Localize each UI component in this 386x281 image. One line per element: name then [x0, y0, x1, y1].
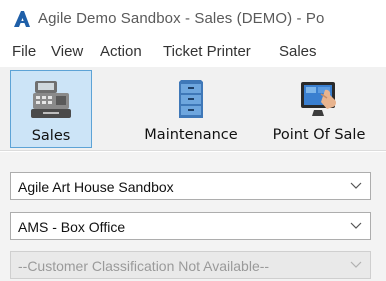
- maintenance-module-label: Maintenance: [144, 127, 238, 143]
- window-title: Agile Demo Sandbox - Sales (DEMO) - Po: [38, 10, 325, 27]
- agile-logo-icon: [14, 11, 30, 27]
- context-selector-panel: Agile Art House Sandbox AMS - Box Office…: [0, 152, 386, 281]
- sales-module-button[interactable]: Sales: [10, 70, 92, 148]
- organization-value: Agile Art House Sandbox: [18, 179, 174, 195]
- organization-dropdown[interactable]: Agile Art House Sandbox: [10, 172, 371, 200]
- point-of-sale-module-label: Point Of Sale: [272, 127, 366, 143]
- point-of-sale-module-button[interactable]: Point Of Sale: [262, 70, 376, 148]
- menu-view[interactable]: View: [51, 43, 83, 60]
- menu-sales[interactable]: Sales: [279, 43, 317, 60]
- chevron-down-icon: [350, 182, 362, 189]
- menu-bar: File View Action Ticket Printer Sales: [0, 37, 386, 67]
- maintenance-module-button[interactable]: Maintenance: [135, 70, 247, 148]
- menu-file[interactable]: File: [12, 43, 36, 60]
- menu-ticket-printer[interactable]: Ticket Printer: [163, 43, 251, 60]
- cash-register-icon: [31, 81, 71, 118]
- box-office-dropdown[interactable]: AMS - Box Office: [10, 212, 371, 240]
- module-toolbar: Sales Maintenance Point Of Sale: [0, 67, 386, 151]
- chevron-down-icon: [350, 261, 362, 268]
- file-cabinet-icon: [179, 80, 203, 118]
- sales-module-label: Sales: [31, 128, 71, 144]
- menu-action[interactable]: Action: [100, 43, 142, 60]
- box-office-value: AMS - Box Office: [18, 219, 126, 235]
- customer-classification-value: --Customer Classification Not Available-…: [18, 258, 270, 274]
- title-bar: Agile Demo Sandbox - Sales (DEMO) - Po: [0, 0, 386, 37]
- touch-screen-icon: [301, 82, 337, 116]
- customer-classification-dropdown: --Customer Classification Not Available-…: [10, 251, 371, 279]
- chevron-down-icon: [350, 222, 362, 229]
